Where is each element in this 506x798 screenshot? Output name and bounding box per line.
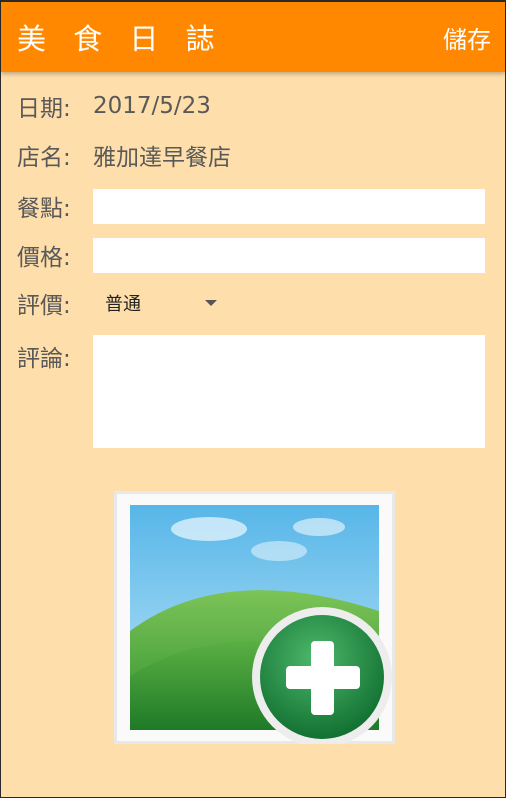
- app-title: 美 食 日 誌: [17, 22, 224, 56]
- dropdown-arrow-icon: [205, 300, 217, 306]
- rating-row: 評價: 普通: [17, 282, 485, 324]
- price-label: 價格:: [17, 245, 71, 271]
- price-input[interactable]: [93, 237, 485, 273]
- date-label: 日期:: [17, 96, 71, 122]
- comment-label: 評論:: [17, 346, 71, 372]
- rating-dropdown[interactable]: 普通: [93, 283, 217, 323]
- add-photo-button[interactable]: [114, 491, 395, 747]
- app-toolbar: 美 食 日 誌 儲存: [1, 0, 505, 72]
- store-value: 雅加達早餐店: [93, 145, 231, 171]
- rating-selected-value: 普通: [105, 294, 141, 315]
- comment-row: 評論:: [17, 335, 485, 448]
- store-label: 店名:: [17, 145, 71, 171]
- meal-row: 餐點:: [17, 186, 485, 226]
- comment-textarea[interactable]: [93, 335, 485, 448]
- add-photo-icon: [114, 491, 395, 747]
- date-value: 2017/5/23: [93, 93, 211, 119]
- store-row: 店名: 雅加達早餐店: [17, 133, 485, 177]
- price-row: 價格:: [17, 235, 485, 275]
- food-diary-screen: 美 食 日 誌 儲存 日期: 2017/5/23 店名: 雅加達早餐店 餐點: …: [0, 0, 506, 798]
- rating-label: 評價:: [17, 293, 71, 319]
- meal-label: 餐點:: [17, 196, 71, 222]
- date-row: 日期: 2017/5/23: [17, 84, 485, 128]
- save-button[interactable]: 儲存: [443, 20, 491, 55]
- meal-input[interactable]: [93, 188, 485, 224]
